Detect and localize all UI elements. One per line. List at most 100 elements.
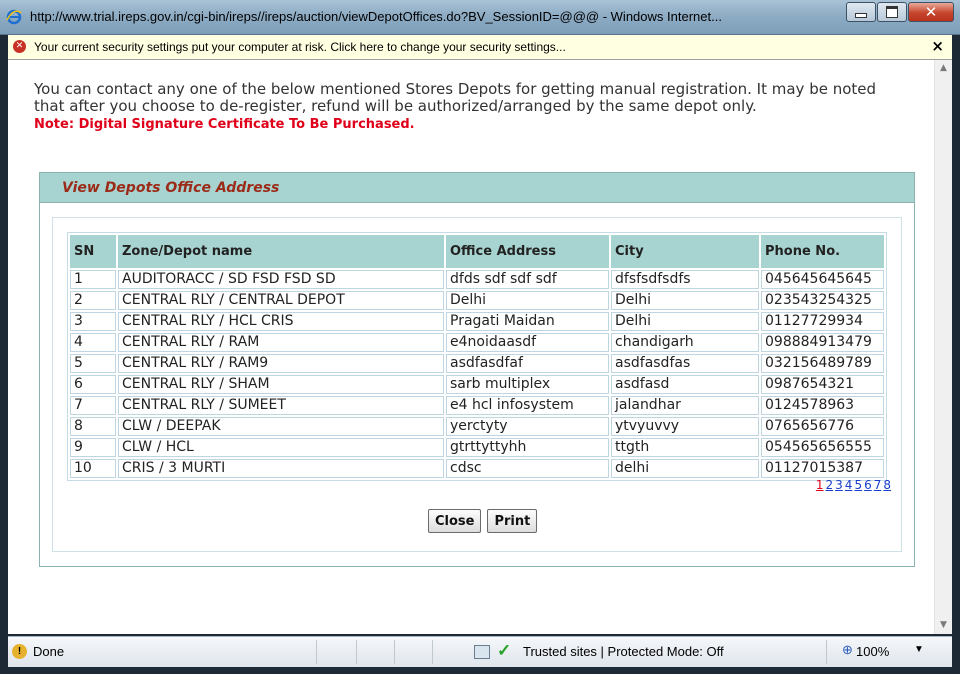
cell-city: delhi [611,459,759,478]
page-link[interactable]: 6 [864,478,872,492]
depots-table: SN Zone/Depot name Office Address City P… [67,232,887,481]
cell-city: dfsfsdfsdfs [611,270,759,289]
close-window-button[interactable]: ✕ [908,2,954,22]
cell-depot: CENTRAL RLY / SHAM [118,375,444,394]
table-row: 8 CLW / DEEPAK yerctyty ytvyuvvy 0765656776 [70,417,884,436]
cell-address: cdsc [446,459,609,478]
page-link[interactable]: 4 [845,478,853,492]
note-prefix: Note: Digital Signature Certificate [34,117,285,132]
zoom-level[interactable]: 100% [856,644,889,659]
note-text: Note: Digital Signature Certificate To B… [34,117,415,132]
page-link[interactable]: 5 [854,478,862,492]
cell-sn: 7 [70,396,116,415]
cell-city: Delhi [611,291,759,310]
cell-address: yerctyty [446,417,609,436]
cell-sn: 5 [70,354,116,373]
cell-phone: 0765656776 [761,417,884,436]
security-infobar[interactable]: ✕ Your current security settings put you… [8,35,952,60]
cell-sn: 3 [70,312,116,331]
depots-panel: View Depots Office Address SN Zone/Depot… [39,172,915,567]
panel-title: View Depots Office Address [62,180,280,196]
zone-icon[interactable] [474,645,490,659]
cell-sn: 1 [70,270,116,289]
table-row: 4 CENTRAL RLY / RAM e4noidaasdf chandigarh 0… [70,333,884,352]
cell-depot: CENTRAL RLY / CENTRAL DEPOT [118,291,444,310]
status-divider [432,640,433,664]
print-button[interactable]: Print [487,509,538,533]
vertical-scrollbar[interactable]: ▲ ▼ [934,60,952,634]
cell-address: gtrttyttyhh [446,438,609,457]
security-zone-text[interactable]: Trusted sites | Protected Mode: Off [523,644,724,659]
column-header-depot: Zone/Depot name [118,235,444,268]
cell-phone: 01127015387 [761,459,884,478]
status-bar: ! Done ✓ Trusted sites | Protected Mode:… [8,636,952,667]
infobar-text[interactable]: Your current security settings put your … [34,40,566,54]
shield-icon: ✕ [13,40,26,53]
cell-depot: CENTRAL RLY / RAM [118,333,444,352]
cell-address: asdfasdfaf [446,354,609,373]
page-link[interactable]: 7 [874,478,882,492]
maximize-icon [886,6,898,18]
status-divider [394,640,395,664]
table-row: 2 CENTRAL RLY / CENTRAL DEPOT Delhi Delhi 02… [70,291,884,310]
cell-phone: 01127729934 [761,312,884,331]
table-row: 9 CLW / HCL gtrttyttyhh ttgth 054565656555 [70,438,884,457]
page-link[interactable]: 1 [816,478,824,492]
table-row: 1 AUDITORACC / SD FSD FSD SD dfds sdf sdf … [70,270,884,289]
cell-sn: 4 [70,333,116,352]
cell-depot: CENTRAL RLY / HCL CRIS [118,312,444,331]
cell-sn: 10 [70,459,116,478]
cell-phone: 0124578963 [761,396,884,415]
intro-text: You can contact any one of the below men… [34,80,877,115]
status-divider [316,640,317,664]
zoom-dropdown-icon[interactable]: ▼ [914,644,924,655]
cell-city: ttgth [611,438,759,457]
infobar-close-button[interactable]: × [931,37,944,55]
pagination: 12345678 [814,478,891,492]
scroll-up-arrow-icon[interactable]: ▲ [935,60,952,77]
cell-depot: CRIS / 3 MURTI [118,459,444,478]
cell-city: asdfasd [611,375,759,394]
page-link[interactable]: 3 [835,478,843,492]
table-row: 6 CENTRAL RLY / SHAM sarb multiplex asdfasd… [70,375,884,394]
zoom-icon[interactable]: ⊕ [842,642,853,658]
cell-sn: 2 [70,291,116,310]
table-row: 7 CENTRAL RLY / SUMEET e4 hcl infosystem ja… [70,396,884,415]
cell-depot: CLW / HCL [118,438,444,457]
minimize-button[interactable] [846,2,876,22]
cell-city: chandigarh [611,333,759,352]
window-controls: ✕ [845,2,954,22]
page-content: You can contact any one of the below men… [8,60,952,634]
cell-phone: 023543254325 [761,291,884,310]
table-body: 1 AUDITORACC / SD FSD FSD SD dfds sdf sdf … [70,270,884,478]
cell-phone: 045645645645 [761,270,884,289]
cell-city: asdfasdfas [611,354,759,373]
column-header-sn: SN [70,235,116,268]
cell-phone: 054565656555 [761,438,884,457]
cell-city: ytvyuvvy [611,417,759,436]
cell-sn: 6 [70,375,116,394]
column-header-address: Office Address [446,235,609,268]
cell-address: sarb multiplex [446,375,609,394]
close-button[interactable]: Close [428,509,482,533]
cell-city: Delhi [611,312,759,331]
window-title: http://www.trial.ireps.gov.in/cgi-bin/ir… [30,9,722,24]
check-icon: ✓ [497,641,512,660]
panel-header: View Depots Office Address [40,173,914,203]
column-header-phone: Phone No. [761,235,884,268]
cell-address: Pragati Maidan [446,312,609,331]
page-link[interactable]: 2 [826,478,834,492]
status-divider [826,640,827,664]
scroll-down-arrow-icon[interactable]: ▼ [935,617,952,634]
page-link[interactable]: 8 [883,478,891,492]
window-titlebar: http://www.trial.ireps.gov.in/cgi-bin/ir… [0,0,960,35]
cell-depot: CENTRAL RLY / RAM9 [118,354,444,373]
status-text: Done [33,644,65,659]
cell-sn: 8 [70,417,116,436]
cell-phone: 0987654321 [761,375,884,394]
cell-depot: CLW / DEEPAK [118,417,444,436]
maximize-button[interactable] [877,2,907,22]
action-buttons: Close Print [428,509,543,533]
cell-address: Delhi [446,291,609,310]
status-divider [356,640,357,664]
